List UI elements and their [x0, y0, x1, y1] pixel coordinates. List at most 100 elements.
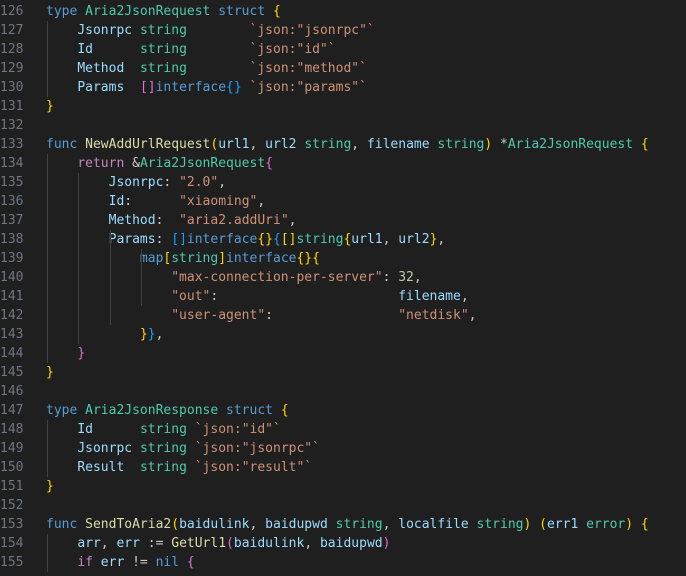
code-line[interactable]: 143 }},	[0, 325, 686, 344]
line-number: 126	[0, 4, 24, 19]
line-number: 147	[0, 403, 24, 418]
code-line[interactable]: 131}	[0, 97, 686, 116]
code-token: }	[46, 365, 54, 380]
code-token: :	[265, 308, 399, 323]
code-token: string	[304, 137, 352, 152]
line-number: 148	[0, 422, 24, 437]
code-text: Jsonrpc string `json:"jsonrpc"`	[46, 439, 320, 458]
code-text: "max-connection-per-server": 32,	[46, 268, 422, 287]
code-token: ,	[155, 327, 164, 342]
code-line[interactable]: 142 "user-agent": "netdisk",	[0, 306, 686, 325]
code-token: interface	[226, 251, 297, 266]
code-token: arr	[77, 536, 101, 551]
code-line[interactable]: 136 Id: "xiaoming",	[0, 192, 686, 211]
code-line[interactable]: 149 Jsonrpc string `json:"jsonrpc"`	[0, 439, 686, 458]
code-token: string	[139, 422, 187, 437]
code-line[interactable]: 155 if err != nil {	[0, 553, 686, 572]
code-line[interactable]: 139 map[string]interface{}{	[0, 249, 686, 268]
code-line[interactable]: 152	[0, 496, 686, 515]
line-number: 149	[0, 441, 24, 456]
code-line[interactable]: 154 arr, err := GetUrl1(baidulink, baidu…	[0, 534, 686, 553]
code-line[interactable]: 141 "out": filename,	[0, 287, 686, 306]
code-token: ,	[249, 517, 266, 532]
code-line[interactable]: 151}	[0, 477, 686, 496]
code-token: ,	[288, 213, 297, 228]
code-line[interactable]: 127 Jsonrpc string `json:"jsonrpc"`	[0, 21, 686, 40]
code-text: Jsonrpc: "2.0",	[46, 173, 226, 192]
code-token: ,	[437, 232, 446, 247]
code-token: *	[492, 137, 508, 152]
code-token: string	[139, 61, 187, 76]
code-token: string	[139, 42, 187, 57]
line-number: 133	[0, 137, 24, 152]
code-token: :	[382, 270, 399, 285]
code-token: {	[186, 555, 195, 570]
code-token: baidulink	[233, 536, 305, 551]
code-line[interactable]: 153 func SendToAria2(baidulink, baidupwd …	[0, 515, 686, 534]
code-token: Method	[108, 213, 156, 228]
code-line[interactable]: 126 type Aria2JsonRequest struct {	[0, 2, 686, 21]
indent-guide	[47, 21, 48, 97]
line-number: 150	[0, 460, 24, 475]
code-token: func	[46, 517, 78, 532]
code-line[interactable]: 135 Jsonrpc: "2.0",	[0, 173, 686, 192]
code-token: }	[46, 479, 54, 494]
code-line[interactable]: 138 Params: []interface{}{[]string{url1,…	[0, 230, 686, 249]
code-text: }	[46, 97, 54, 116]
code-line[interactable]: 132	[0, 116, 686, 135]
code-text: arr, err := GetUrl1(baidulink, baidupwd)	[46, 534, 390, 553]
code-token: (	[171, 517, 180, 532]
code-text: Method: "aria2.addUri",	[46, 211, 297, 230]
code-token: {	[273, 232, 281, 247]
code-line[interactable]: 148 Id string `json:"id"`	[0, 420, 686, 439]
code-line[interactable]: 145}	[0, 363, 686, 382]
code-token: string	[335, 517, 383, 532]
code-token: interface	[186, 232, 258, 247]
line-number: 141	[0, 289, 24, 304]
code-line[interactable]: 134 return &Aria2JsonRequest{	[0, 154, 686, 173]
code-token: "user-agent"	[171, 308, 266, 323]
code-token: string	[171, 251, 219, 266]
code-line[interactable]: 129 Method string `json:"method"`	[0, 59, 686, 78]
code-token: struct	[218, 4, 266, 19]
code-token: ,	[468, 308, 477, 323]
code-token: (	[226, 536, 234, 551]
code-token: :	[124, 194, 180, 209]
code-token: {}	[296, 251, 313, 266]
code-line[interactable]: 137 Method: "aria2.addUri",	[0, 211, 686, 230]
code-token: Aria2JsonResponse	[85, 403, 219, 418]
code-line[interactable]: 144 }	[0, 344, 686, 363]
code-token: Aria2JsonRequest	[85, 4, 211, 19]
code-token: Aria2JsonRequest	[507, 137, 634, 152]
indent-guide	[47, 534, 48, 572]
code-token: baidupwd	[319, 536, 383, 551]
line-number: 129	[0, 61, 24, 76]
line-number: 132	[0, 118, 24, 133]
code-editor[interactable]: 126 type Aria2JsonRequest struct {127 Jso…	[0, 0, 686, 576]
code-token: `json:"id"`	[249, 42, 336, 57]
code-line[interactable]: 133 func NewAddUrlRequest(url1, url2 stri…	[0, 135, 686, 154]
code-line[interactable]: 128 Id string `json:"id"`	[0, 40, 686, 59]
code-line[interactable]: 146	[0, 382, 686, 401]
code-token: :	[210, 289, 399, 304]
code-line[interactable]: 150 Result string `json:"result"`	[0, 458, 686, 477]
code-token: )	[484, 137, 493, 152]
code-token: ,	[413, 270, 422, 285]
code-token: {	[280, 403, 289, 418]
code-line[interactable]: 140 "max-connection-per-server": 32,	[0, 268, 686, 287]
code-line[interactable]: 130 Params []interface{} `json:"params"`	[0, 78, 686, 97]
code-token: struct	[226, 403, 273, 418]
code-line[interactable]: 147 type Aria2JsonResponse struct {	[0, 401, 686, 420]
